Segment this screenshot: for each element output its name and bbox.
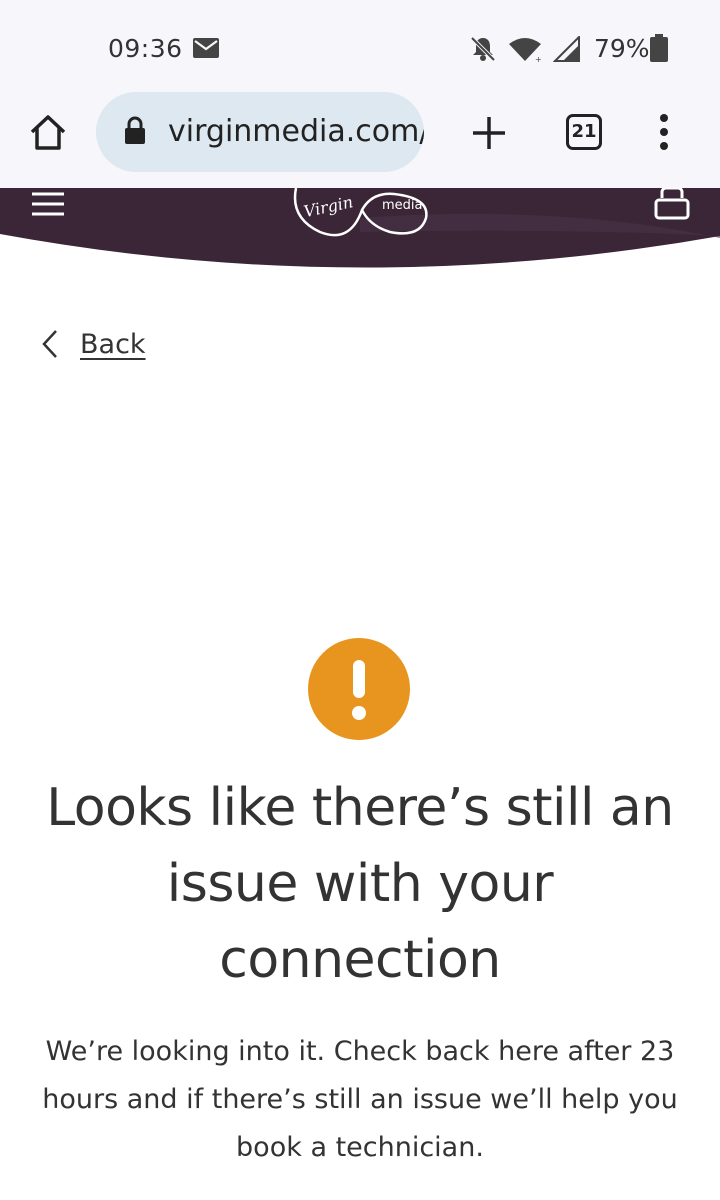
svg-text:+: + bbox=[535, 55, 542, 62]
status-bar: 09:36 + 79% bbox=[0, 0, 720, 92]
logo-media-text: media bbox=[382, 198, 423, 213]
battery-icon bbox=[650, 34, 668, 62]
address-bar[interactable]: virginmedia.com/ bbox=[96, 92, 424, 172]
more-icon[interactable] bbox=[654, 112, 674, 152]
status-time: 09:36 bbox=[108, 34, 183, 63]
site-header: Virgin media bbox=[0, 188, 720, 270]
browser-toolbar: virginmedia.com/ 21 bbox=[0, 92, 720, 188]
warning-icon bbox=[308, 638, 410, 740]
basket-icon[interactable] bbox=[654, 188, 690, 220]
plus-icon[interactable] bbox=[470, 114, 508, 152]
battery-percentage: 79% bbox=[594, 34, 650, 63]
bell-off-icon bbox=[470, 36, 496, 62]
status-message: We’re looking into it. Check back here a… bbox=[42, 1036, 678, 1163]
back-link[interactable]: Back bbox=[40, 324, 146, 364]
home-icon[interactable] bbox=[28, 112, 68, 152]
chevron-left-icon bbox=[42, 330, 57, 358]
page-title: Looks like there’s still an issue with y… bbox=[46, 778, 674, 990]
url-text: virginmedia.com/ bbox=[168, 114, 424, 149]
back-label: Back bbox=[80, 328, 146, 360]
signal-icon bbox=[553, 36, 580, 62]
mail-icon bbox=[193, 38, 219, 58]
menu-icon[interactable] bbox=[32, 192, 64, 218]
wifi-icon: + bbox=[509, 38, 542, 62]
lock-icon bbox=[125, 116, 145, 144]
tab-switcher-button[interactable]: 21 bbox=[566, 114, 602, 150]
logo-virgin-text: Virgin bbox=[302, 192, 355, 221]
virgin-media-logo[interactable]: Virgin media bbox=[290, 188, 432, 244]
